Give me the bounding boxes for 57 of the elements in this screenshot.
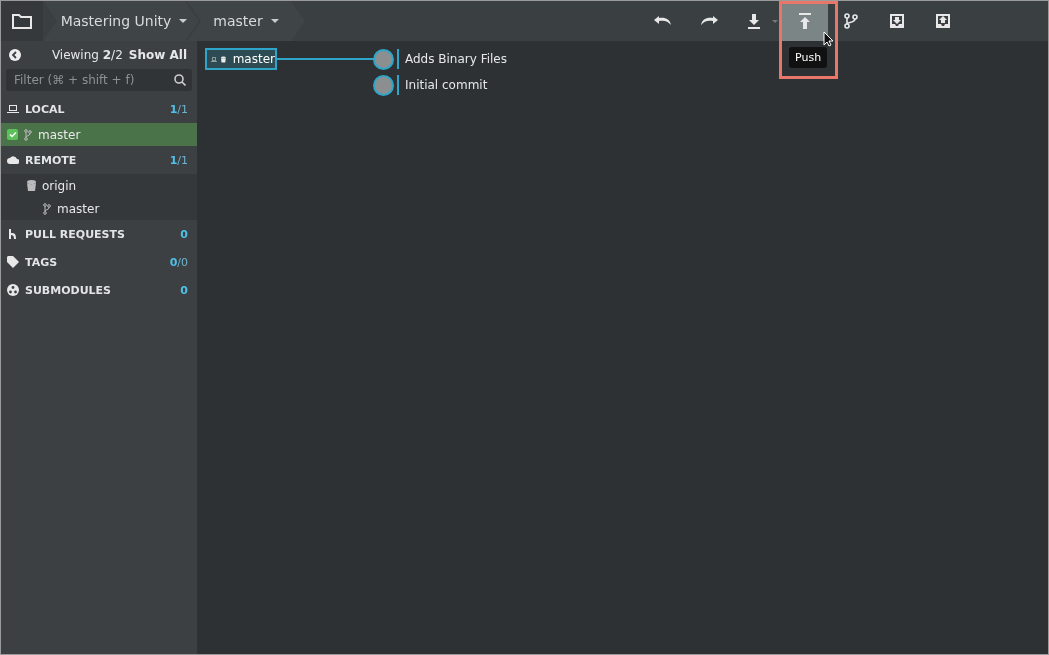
redo-icon [699,14,719,28]
commit-message[interactable]: Initial commit [397,75,488,95]
cursor-icon [823,31,834,47]
download-icon [746,13,762,29]
section-label: SUBMODULES [25,283,113,297]
submodule-icon [7,284,19,296]
section-count: 1/1 [169,102,188,116]
tray-down-icon [889,13,905,29]
sidebar-item[interactable]: master [1,123,197,146]
cloud-icon [7,154,19,166]
pull-request-icon [7,228,19,240]
back-icon[interactable] [9,49,21,61]
repository-dropdown[interactable]: Mastering Unity [43,1,199,41]
branch-icon [843,13,859,29]
folder-button[interactable] [1,1,43,41]
section-header[interactable]: LOCAL 1/1 [1,95,197,123]
search-icon [174,74,186,86]
section-count: 1/1 [169,153,188,167]
section-label: PULL REQUESTS [25,227,126,241]
laptop-icon [7,103,19,115]
section-label: TAGS [25,255,59,269]
tooltip: Push [789,47,828,68]
section-count: 0 [180,227,188,241]
undo-icon [653,14,673,28]
filter-field[interactable]: Filter (⌘ + shift + f) [6,69,192,91]
tag-icon [7,256,19,268]
section-label: REMOTE [25,153,78,167]
caret-icon [179,19,188,23]
tray-up-icon [935,13,951,29]
section-count: 0 [180,283,188,297]
item-label: master [38,127,81,142]
branch-tag[interactable]: master [205,48,277,70]
checkbox[interactable] [7,129,18,140]
bucket-icon [27,180,36,191]
section-label: LOCAL [25,102,66,116]
sidebar-item[interactable]: origin [1,174,197,197]
branch-icon [24,128,32,141]
filter-input[interactable]: Filter (⌘ + shift + f) [12,72,174,88]
caret-icon [270,19,279,23]
section-count: 0/0 [169,255,188,269]
folder-icon [12,13,32,29]
section-header[interactable]: TAGS 0/0 [1,248,197,276]
commit-message[interactable]: Adds Binary Files [397,49,507,69]
item-label: origin [42,178,77,193]
upload-icon [797,13,813,29]
avatar [373,75,394,96]
caret-icon [772,19,778,23]
sidebar-item[interactable]: master [1,197,197,220]
branch-name: master [232,52,275,66]
item-label: master [57,201,100,216]
branch-icon [43,202,51,215]
viewing-count: Viewing 2/2 [51,48,123,62]
show-all-link[interactable]: Show All [128,48,187,62]
section-header[interactable]: SUBMODULES 0 [1,276,197,304]
section-header[interactable]: PULL REQUESTS 0 [1,220,197,248]
section-header[interactable]: REMOTE 1/1 [1,146,197,174]
branch-dropdown[interactable]: master [187,1,305,41]
